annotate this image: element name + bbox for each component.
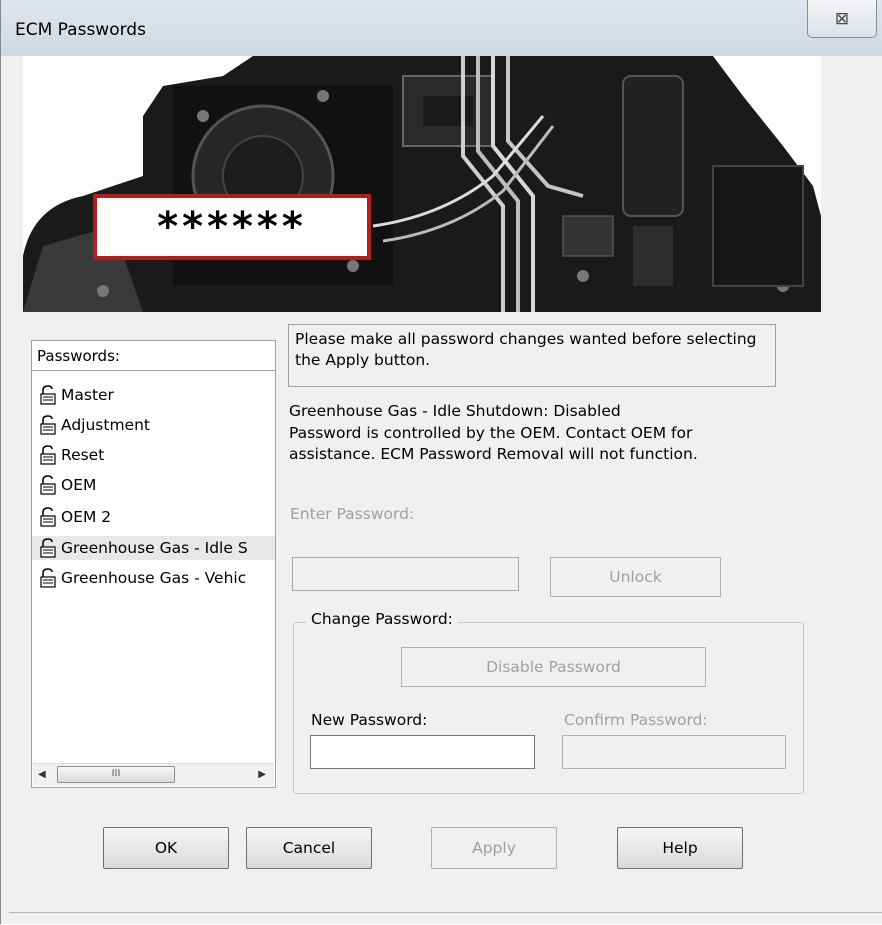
list-item-master[interactable]: Master [39, 383, 114, 407]
list-item-oem-2[interactable]: OEM 2 [39, 505, 111, 529]
list-item-label: Greenhouse Gas - Idle S [61, 539, 248, 557]
apply-button[interactable]: Apply [431, 827, 557, 869]
enter-password-label: Enter Password: [290, 505, 415, 523]
ok-button[interactable]: OK [103, 827, 229, 869]
list-item-label: Adjustment [61, 416, 150, 434]
list-item-label: Master [61, 386, 114, 404]
passwords-list-header: Passwords: [31, 340, 276, 370]
list-item-label: Reset [61, 446, 105, 464]
scroll-right-arrow-icon[interactable]: ▶ [258, 769, 266, 780]
scrollbar-thumb[interactable]: III [57, 766, 175, 783]
new-password-field[interactable] [310, 735, 535, 769]
horizontal-scrollbar[interactable]: ◀ III ▶ [33, 763, 274, 786]
cancel-button[interactable]: Cancel [246, 827, 372, 869]
close-icon: ⊠ [834, 8, 850, 29]
status-line-2: Password is controlled by the OEM. Conta… [289, 423, 693, 442]
unlocked-lock-icon [40, 385, 56, 405]
scroll-left-arrow-icon[interactable]: ◀ [38, 769, 46, 780]
list-item-oem[interactable]: OEM [39, 473, 96, 497]
engine-banner-image: ****** [23, 56, 821, 312]
list-item-label: OEM [61, 476, 97, 494]
help-button[interactable]: Help [617, 827, 743, 869]
instruction-message: Please make all password changes wanted … [288, 324, 776, 387]
title-bar: ECM Passwords [1, 0, 882, 56]
enter-password-field[interactable] [292, 557, 519, 591]
list-item-adjustment[interactable]: Adjustment [39, 413, 150, 437]
list-item-greenhouse-gas-idle[interactable]: Greenhouse Gas - Idle S [32, 536, 275, 560]
unlocked-lock-icon [40, 538, 56, 558]
unlocked-lock-icon [40, 415, 56, 435]
change-password-legend: Change Password: [306, 610, 458, 628]
confirm-password-label: Confirm Password: [564, 711, 708, 729]
window-title: ECM Passwords [15, 20, 146, 40]
list-item-label: Greenhouse Gas - Vehic [61, 569, 247, 587]
confirm-password-field[interactable] [562, 735, 786, 769]
new-password-label: New Password: [311, 711, 428, 729]
unlocked-lock-icon [40, 445, 56, 465]
status-line-3: assistance. ECM Password Removal will no… [289, 445, 698, 463]
passwords-list[interactable]: Master Adjustment Reset OEM OEM 2 Greenh… [31, 370, 276, 788]
unlocked-lock-icon [40, 507, 56, 527]
list-item-label: OEM 2 [61, 508, 112, 526]
close-button[interactable]: ⊠ [807, 0, 877, 38]
ecm-passwords-dialog: ECM Passwords ⊠ ****** Passwords: Master… [0, 0, 882, 924]
list-item-greenhouse-gas-vehicle[interactable]: Greenhouse Gas - Vehic [39, 566, 246, 590]
unlock-button[interactable]: Unlock [550, 557, 721, 597]
status-line-1: Greenhouse Gas - Idle Shutdown: Disabled [289, 402, 621, 420]
disable-password-button[interactable]: Disable Password [401, 647, 706, 687]
dialog-bottom-edge [9, 912, 882, 925]
masked-password-badge: ****** [93, 194, 371, 260]
unlocked-lock-icon [40, 568, 56, 588]
unlocked-lock-icon [40, 475, 56, 495]
password-status-text: Greenhouse Gas - Idle Shutdown: Disabled… [289, 401, 769, 466]
list-item-reset[interactable]: Reset [39, 443, 104, 467]
